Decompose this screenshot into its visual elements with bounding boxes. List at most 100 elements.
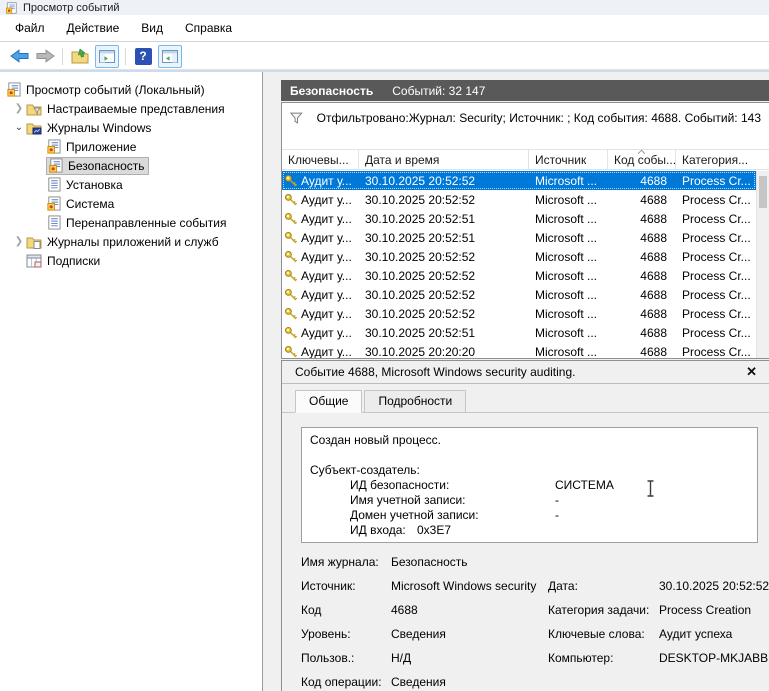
cell-datetime: 30.10.2025 20:52:51 [359,231,529,245]
cell-category: Process Cr... [676,288,756,302]
forward-button[interactable] [32,45,58,68]
tree-item-security[interactable]: Безопасность [0,156,262,175]
tree-item-setup[interactable]: Установка [0,175,262,194]
event-rows: Аудит у... 30.10.2025 20:52:52 Microsoft… [282,171,756,358]
description-field: ИД входа: 0x3E7 [310,523,749,538]
tree-item-forwarded-events[interactable]: Перенаправленные события [0,213,262,232]
cell-keywords: Аудит у... [301,193,352,207]
cell-keywords: Аудит у... [301,250,352,264]
audit-success-key-icon [284,250,298,264]
list-header: Ключевы... Дата и время Источник Код соб… [282,149,769,170]
tree-item-label: Установка [66,178,123,192]
vertical-scrollbar[interactable] [756,171,769,358]
chevron-down-icon[interactable]: ⌄ [12,122,26,133]
event-viewer-window: { "window": { "title": "Просмотр событий… [0,0,769,691]
tree-item-subscriptions[interactable]: Подписки [0,251,262,270]
cell-event-id: 4688 [608,345,676,359]
column-header-source[interactable]: Источник [529,150,608,169]
log-icon [46,177,61,192]
cell-source: Microsoft ... [529,288,608,302]
column-header-keywords[interactable]: Ключевы... [282,150,359,169]
event-row[interactable]: Аудит у... 30.10.2025 20:52:52 Microsoft… [282,304,756,323]
detail-label: Источник: [301,579,356,593]
cell-category: Process Cr... [676,193,756,207]
description-field: Имя учетной записи: - [310,493,749,508]
apps-logs-folder-icon [26,235,42,249]
event-row[interactable]: Аудит у... 30.10.2025 20:52:51 Microsoft… [282,228,756,247]
detail-value: Сведения [391,627,446,641]
cell-datetime: 30.10.2025 20:52:52 [359,288,529,302]
event-row[interactable]: Аудит у... 30.10.2025 20:52:51 Microsoft… [282,323,756,342]
column-header-category[interactable]: Категория... [676,150,769,169]
tab-details[interactable]: Подробности [364,390,466,413]
toolbar-separator [125,48,126,65]
audit-success-key-icon [284,307,298,321]
toolbar-separator [62,48,63,65]
event-row[interactable]: Аудит у... 30.10.2025 20:52:52 Microsoft… [282,171,756,190]
open-saved-log-button[interactable] [67,45,93,68]
description-section: Субъект-создатель: [310,463,749,478]
cell-event-id: 4688 [608,269,676,283]
column-header-datetime[interactable]: Дата и время [359,150,529,169]
cell-category: Process Cr... [676,269,756,283]
menu-item-action[interactable]: Действие [56,15,131,41]
tree-item-label: Журналы приложений и служб [47,235,219,249]
main-area: Просмотр событий (Локальный) ❯ Настраива… [0,70,769,691]
tree-item-apps-services-logs[interactable]: ❯ Журналы приложений и служб [0,232,262,251]
tree-item-root[interactable]: Просмотр событий (Локальный) [0,80,262,99]
menu-item-view[interactable]: Вид [130,15,174,41]
cell-datetime: 30.10.2025 20:52:52 [359,250,529,264]
cell-source: Microsoft ... [529,193,608,207]
log-icon [46,215,61,230]
preview-tabs: Общие Подробности [295,390,468,413]
back-button[interactable] [6,45,32,68]
cell-source: Microsoft ... [529,307,608,321]
close-icon: ✕ [746,364,757,379]
selected-tree-item: Безопасность [46,157,149,175]
menu-item-help[interactable]: Справка [174,15,243,41]
description-line: Создан новый процесс. [310,433,749,448]
chevron-right-icon[interactable]: ❯ [12,103,26,114]
subscriptions-icon [26,254,42,268]
event-row[interactable]: Аудит у... 30.10.2025 20:52:52 Microsoft… [282,190,756,209]
event-row[interactable]: Аудит у... 30.10.2025 20:52:52 Microsoft… [282,285,756,304]
tree-item-application[interactable]: Приложение [0,137,262,156]
description-field: Домен учетной записи: - [310,508,749,523]
title-bar: Просмотр событий [0,0,769,15]
column-header-event-id[interactable]: Код собы... [608,150,676,169]
help-button[interactable]: ? [130,45,156,68]
cell-category: Process Cr... [676,307,756,321]
cell-event-id: 4688 [608,307,676,321]
scrollbar-thumb[interactable] [759,176,767,208]
event-log-icon [48,158,63,173]
event-log-icon [46,196,61,211]
detail-label: Код [301,603,321,617]
menu-item-file[interactable]: Файл [4,15,56,41]
chevron-right-icon[interactable]: ❯ [12,236,26,247]
description-field: ИД безопасности: СИСТЕМА [310,478,749,493]
detail-label: Категория задачи: [548,603,649,617]
tree-item-system[interactable]: Система [0,194,262,213]
event-row[interactable]: Аудит у... 30.10.2025 20:52:52 Microsoft… [282,247,756,266]
detail-value: 30.10.2025 20:52:52 [659,579,769,593]
tree-item-windows-logs[interactable]: ⌄ Журналы Windows [0,118,262,137]
event-description[interactable]: Создан новый процесс. Субъект-создатель:… [301,427,758,543]
close-preview-button[interactable]: ✕ [746,364,757,380]
text-cursor-icon [646,480,655,497]
cell-keywords: Аудит у... [301,231,352,245]
event-row[interactable]: Аудит у... 30.10.2025 20:52:52 Microsoft… [282,266,756,285]
audit-success-key-icon [284,288,298,302]
cell-category: Process Cr... [676,326,756,340]
detail-label: Код операции: [301,675,382,689]
action-pane-toggle-button[interactable] [158,45,182,68]
detail-label: Дата: [548,579,578,593]
event-row[interactable]: Аудит у... 30.10.2025 20:52:51 Microsoft… [282,209,756,228]
cell-event-id: 4688 [608,288,676,302]
tree-item-label: Подписки [47,254,100,268]
cell-event-id: 4688 [608,326,676,340]
tree-item-custom-views[interactable]: ❯ Настраиваемые представления [0,99,262,118]
console-tree-toggle-button[interactable] [95,45,119,68]
detail-value: Н/Д [391,651,411,665]
tab-general[interactable]: Общие [295,390,362,413]
event-row[interactable]: Аудит у... 30.10.2025 20:20:20 Microsoft… [282,342,756,358]
